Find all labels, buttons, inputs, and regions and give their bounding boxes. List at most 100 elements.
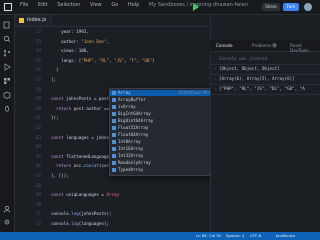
code-line[interactable]: console.log(languages); <box>51 221 109 226</box>
code-line[interactable]: return post.author === <box>51 106 114 111</box>
code-token: } <box>51 67 59 73</box>
symbol-icon <box>112 91 116 95</box>
autocomplete-label: ReadonlyArray <box>118 160 151 165</box>
line-number: 55 <box>35 57 41 63</box>
code-line[interactable]: const flattenedLanguages <box>51 154 112 159</box>
code-line[interactable]: views: 100, <box>51 48 89 53</box>
expand-arrow-icon[interactable]: › <box>214 86 216 91</box>
fork-button[interactable]: Fork <box>283 3 299 11</box>
line-number: 61 <box>35 115 41 121</box>
indentation[interactable]: Spaces: 2 <box>226 232 244 240</box>
menu-selection[interactable]: Selection <box>57 2 80 8</box>
menu-bar: File Edit Selection View Go Help My Sand… <box>20 2 256 8</box>
line-number: 64 <box>35 144 41 150</box>
expand-arrow-icon[interactable]: › <box>214 66 216 71</box>
autocomplete-label: Float32Array <box>118 125 149 130</box>
console-entry[interactable]: [Object, Object, Object] <box>219 66 280 71</box>
code-line[interactable]: }, []); <box>51 173 69 178</box>
code-line[interactable]: author: "John Doe", <box>51 39 109 44</box>
symbol-icon <box>112 112 116 116</box>
line-number: 54 <box>35 48 41 54</box>
code-token: }, []); <box>51 173 69 178</box>
code-token: flattenedLanguages <box>66 153 112 159</box>
console-entry[interactable]: ["PHP", "RL", "JS", "DL", "GO", "A <box>219 86 305 91</box>
menu-go[interactable]: Go <box>111 2 118 8</box>
title-bar: File Edit Selection View Go Help My Sand… <box>0 0 320 15</box>
code-token: "JS" <box>114 57 125 63</box>
tab-index-js[interactable]: index.js <box>15 15 52 26</box>
line-number: 68 <box>35 182 41 188</box>
code-line[interactable]: langs: ["PHP", "RL", "JS", "F", "OB"] <box>51 58 154 63</box>
code-token: }); <box>51 115 59 121</box>
autocomplete-label: Array <box>118 90 131 95</box>
symbol-icon <box>112 147 116 151</box>
tab-console[interactable]: Console <box>216 43 233 48</box>
line-number: 63 <box>35 134 41 140</box>
autocomplete-label: Int16Array <box>118 146 144 151</box>
autocomplete-label: ArrayBuffer <box>118 97 146 102</box>
code-token: console. <box>51 211 72 217</box>
run-icon[interactable] <box>193 3 199 11</box>
code-token: console. <box>51 221 72 226</box>
code-line[interactable]: }); <box>51 115 59 120</box>
search-icon[interactable] <box>3 35 11 43</box>
code-line[interactable]: return acc.concat(cur) <box>51 163 112 168</box>
code-token: uniqLanguages = <box>66 192 107 198</box>
box-icon[interactable] <box>3 91 11 99</box>
files-icon[interactable] <box>3 21 11 29</box>
code-line[interactable]: } <box>51 67 59 72</box>
code-token: post.author === <box>73 105 115 111</box>
code-token: const <box>51 192 67 198</box>
gear-icon[interactable] <box>3 218 11 226</box>
code-token: return <box>51 163 74 169</box>
code-line[interactable]: console.log(johnsPosts); <box>51 211 112 216</box>
extensions-icon[interactable] <box>3 77 11 85</box>
symbol-icon <box>112 133 116 137</box>
line-number: 56 <box>35 67 41 73</box>
problems-count-badge: 0 <box>272 43 277 48</box>
codesandbox-logo-icon[interactable] <box>4 3 12 11</box>
source-control-icon[interactable] <box>3 49 11 57</box>
line-number: 57 <box>35 77 41 82</box>
console-divider <box>211 94 320 95</box>
line-number: 67 <box>35 173 41 178</box>
code-line[interactable]: const languages = johnsPo <box>51 135 114 140</box>
tab-problems[interactable]: Problems <box>252 43 271 48</box>
language-mode[interactable]: JavaScript <box>276 232 295 240</box>
line-number: 72 <box>35 221 41 226</box>
console-divider <box>211 84 320 85</box>
run-debug-icon[interactable] <box>3 63 11 71</box>
code-token: author: <box>51 38 82 44</box>
javascript-file-icon <box>19 18 24 23</box>
panel-tab-bar: Console Problems 0 React DevTools <box>210 40 320 53</box>
rocket-icon[interactable] <box>3 105 11 113</box>
preview-area <box>210 15 320 40</box>
code-token: (languages); <box>78 221 110 226</box>
code-token: concat <box>83 163 99 169</box>
menu-view[interactable]: View <box>90 2 102 8</box>
code-line[interactable]: ]; <box>51 77 56 82</box>
cursor-position[interactable]: Ln 69, Col 35 <box>196 232 221 240</box>
expand-arrow-icon[interactable]: › <box>214 76 216 81</box>
autocomplete-label: Int8Array <box>118 139 141 144</box>
code-token: langs: [ <box>51 57 82 63</box>
menu-help[interactable]: Help <box>128 2 139 8</box>
menu-edit[interactable]: Edit <box>38 2 48 8</box>
symbol-icon <box>112 140 116 144</box>
line-number: 66 <box>35 163 41 169</box>
menu-file[interactable]: File <box>20 2 28 8</box>
avatar[interactable] <box>304 3 312 11</box>
line-number: 53 <box>35 38 41 44</box>
code-token: const <box>51 96 67 102</box>
code-token: johnsPosts = posts. <box>66 96 115 102</box>
console-entry[interactable]: Console was cleared <box>219 56 267 61</box>
code-token: acc. <box>73 163 84 169</box>
share-button[interactable]: Share <box>262 3 280 11</box>
console-entry[interactable]: [Array(6), Array(5), Array(6)] <box>219 76 295 81</box>
code-token: return <box>51 105 74 111</box>
account-icon[interactable] <box>3 205 11 213</box>
code-token: log <box>71 221 79 226</box>
encoding[interactable]: UTF-8 <box>250 232 261 240</box>
code-line[interactable]: year: 1992, <box>51 29 89 34</box>
code-line[interactable]: const uniqLanguages = Array <box>51 192 119 197</box>
